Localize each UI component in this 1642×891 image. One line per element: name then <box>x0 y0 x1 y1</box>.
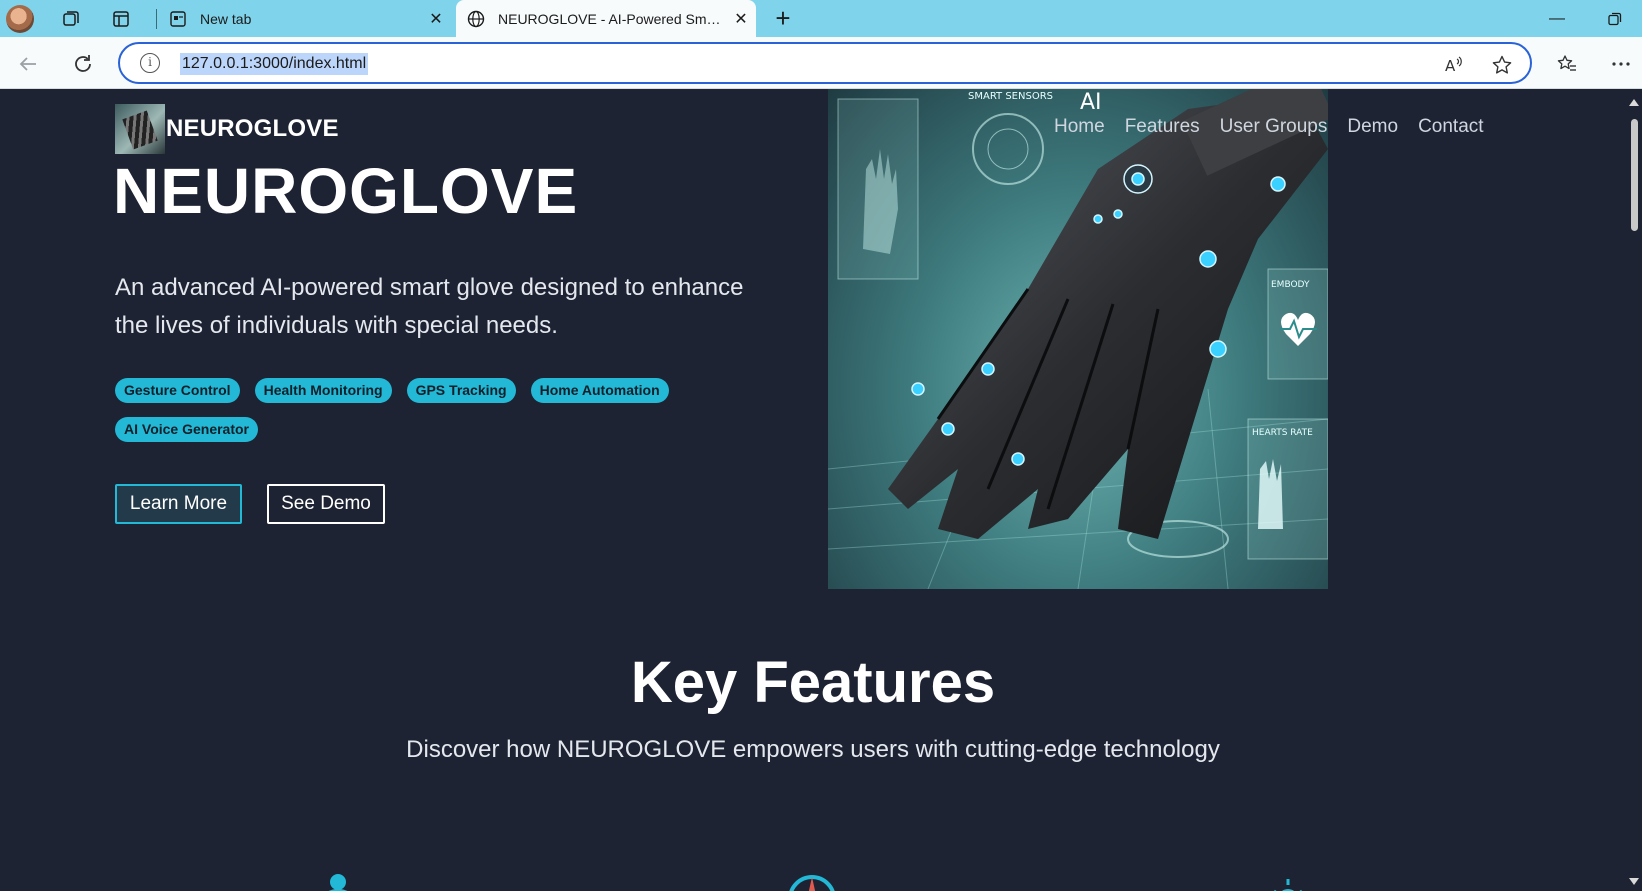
key-features-title: Key Features <box>630 650 996 715</box>
svg-text:A: A <box>1445 57 1456 75</box>
restore-icon[interactable] <box>1592 4 1638 34</box>
logo-text: NEUROGLOVE <box>166 115 339 142</box>
site-info-icon[interactable]: i <box>140 53 160 73</box>
nav-contact-link[interactable]: Contact <box>1418 116 1483 138</box>
scrollbar-thumb[interactable] <box>1631 119 1638 231</box>
address-bar[interactable]: i 127.0.0.1:3000/index.html A <box>118 42 1532 84</box>
tag-ai-voice-generator: AI Voice Generator <box>115 417 259 442</box>
learn-more-button[interactable]: Learn More <box>115 484 242 524</box>
see-demo-button[interactable]: See Demo <box>267 484 385 524</box>
new-tab-plus-icon[interactable]: + <box>768 4 798 34</box>
main-navigation: Home Features User Groups Demo Contact <box>1054 116 1484 138</box>
tab-separator <box>156 9 157 29</box>
gesture-feature-icon <box>328 874 348 891</box>
tab-neuroglove[interactable]: NEUROGLOVE - AI-Powered Smart Glove ✕ <box>456 0 756 37</box>
hero-glove-image: SMART SENSORS AI EMBODY HEARTS RATE <box>828 89 1328 589</box>
tab-close-icon[interactable]: ✕ <box>421 9 451 29</box>
gps-feature-icon <box>1274 879 1302 891</box>
browser-tab-bar: New tab ✕ NEUROGLOVE - AI-Powered Smart … <box>0 0 1642 37</box>
workspaces-icon[interactable] <box>58 6 84 32</box>
minimize-icon[interactable]: — <box>1534 4 1580 34</box>
nav-home-link[interactable]: Home <box>1054 116 1105 138</box>
tab-close-icon[interactable]: ✕ <box>726 9 756 29</box>
browser-toolbar: i 127.0.0.1:3000/index.html A <box>0 37 1642 89</box>
more-options-icon[interactable] <box>1606 49 1636 79</box>
nav-demo-link[interactable]: Demo <box>1347 116 1398 138</box>
key-features-subtitle: Discover how NEUROGLOVE empowers users w… <box>406 736 1220 763</box>
profile-avatar[interactable] <box>6 5 34 33</box>
tab-title: New tab <box>200 10 252 27</box>
tag-gps-tracking: GPS Tracking <box>406 378 516 403</box>
hero-description: An advanced AI-powered smart glove desig… <box>115 274 744 339</box>
hero-image-hearts-label: HEARTS RATE <box>1252 428 1313 438</box>
vertical-tabs-icon[interactable] <box>108 6 134 32</box>
nav-user-groups-link[interactable]: User Groups <box>1220 116 1328 138</box>
favorite-star-icon[interactable] <box>1490 53 1514 77</box>
scroll-down-arrow-icon[interactable] <box>1629 878 1639 885</box>
tag-gesture-control: Gesture Control <box>115 378 240 403</box>
feature-tags: Gesture Control Health Monitoring GPS Tr… <box>115 378 735 442</box>
scroll-up-arrow-icon[interactable] <box>1629 99 1639 106</box>
hero-image-embodied-label: EMBODY <box>1271 280 1310 290</box>
page-viewport: SMART SENSORS AI EMBODY HEARTS RATE NEUR… <box>0 89 1642 891</box>
site-logo[interactable]: NEUROGLOVE <box>115 104 339 154</box>
tag-home-automation: Home Automation <box>530 378 669 403</box>
nav-features-link[interactable]: Features <box>1125 116 1200 138</box>
tag-health-monitoring: Health Monitoring <box>254 378 392 403</box>
refresh-icon[interactable] <box>68 49 98 79</box>
hero-image-sensors-label: SMART SENSORS <box>968 91 1053 102</box>
hero-image-ai-label: AI <box>1080 90 1102 115</box>
hero-title: NEUROGLOVE <box>113 155 579 227</box>
tab-new-tab[interactable]: New tab ✕ <box>158 0 451 37</box>
favorites-list-icon[interactable] <box>1552 49 1582 79</box>
read-aloud-icon[interactable]: A <box>1442 53 1466 77</box>
health-feature-icon <box>789 875 835 891</box>
back-arrow-icon[interactable] <box>13 49 43 79</box>
page-scrollbar[interactable] <box>1626 89 1642 891</box>
new-tab-page-icon <box>168 9 188 29</box>
globe-icon <box>466 9 486 29</box>
url-text[interactable]: 127.0.0.1:3000/index.html <box>180 53 369 75</box>
tab-title: NEUROGLOVE - AI-Powered Smart Glove <box>498 10 726 27</box>
logo-glove-image <box>115 104 165 154</box>
